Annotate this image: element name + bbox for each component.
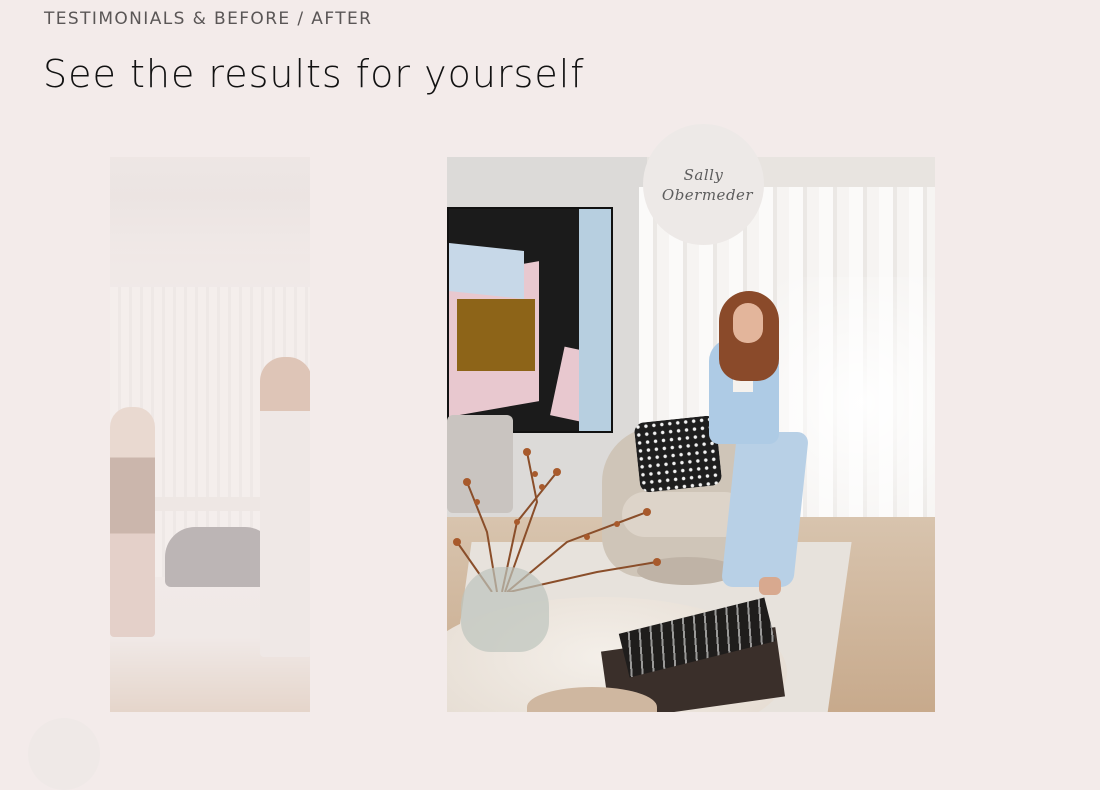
art-mustard-shape [457, 299, 535, 371]
signature-first-name: Sally [683, 165, 724, 184]
section-eyebrow: TESTIMONIALS & BEFORE / AFTER [44, 9, 373, 29]
section-headline: See the results for yourself [43, 52, 585, 96]
woman-foot [759, 577, 781, 595]
signature-last-name: Obermeder [661, 185, 754, 204]
dining-chair [165, 527, 275, 587]
person-right [260, 357, 310, 657]
art-blue-edge [579, 209, 611, 431]
carousel-prev-card[interactable] [110, 157, 310, 712]
signature-badge: Sally Obermeder [643, 124, 764, 245]
art-blue-shape [449, 243, 524, 299]
carousel-prev-button[interactable] [28, 718, 100, 790]
person-left [110, 407, 155, 637]
glass-vase [461, 567, 549, 652]
abstract-artwork [447, 207, 613, 433]
branches [453, 448, 661, 592]
woman-face [733, 303, 763, 343]
